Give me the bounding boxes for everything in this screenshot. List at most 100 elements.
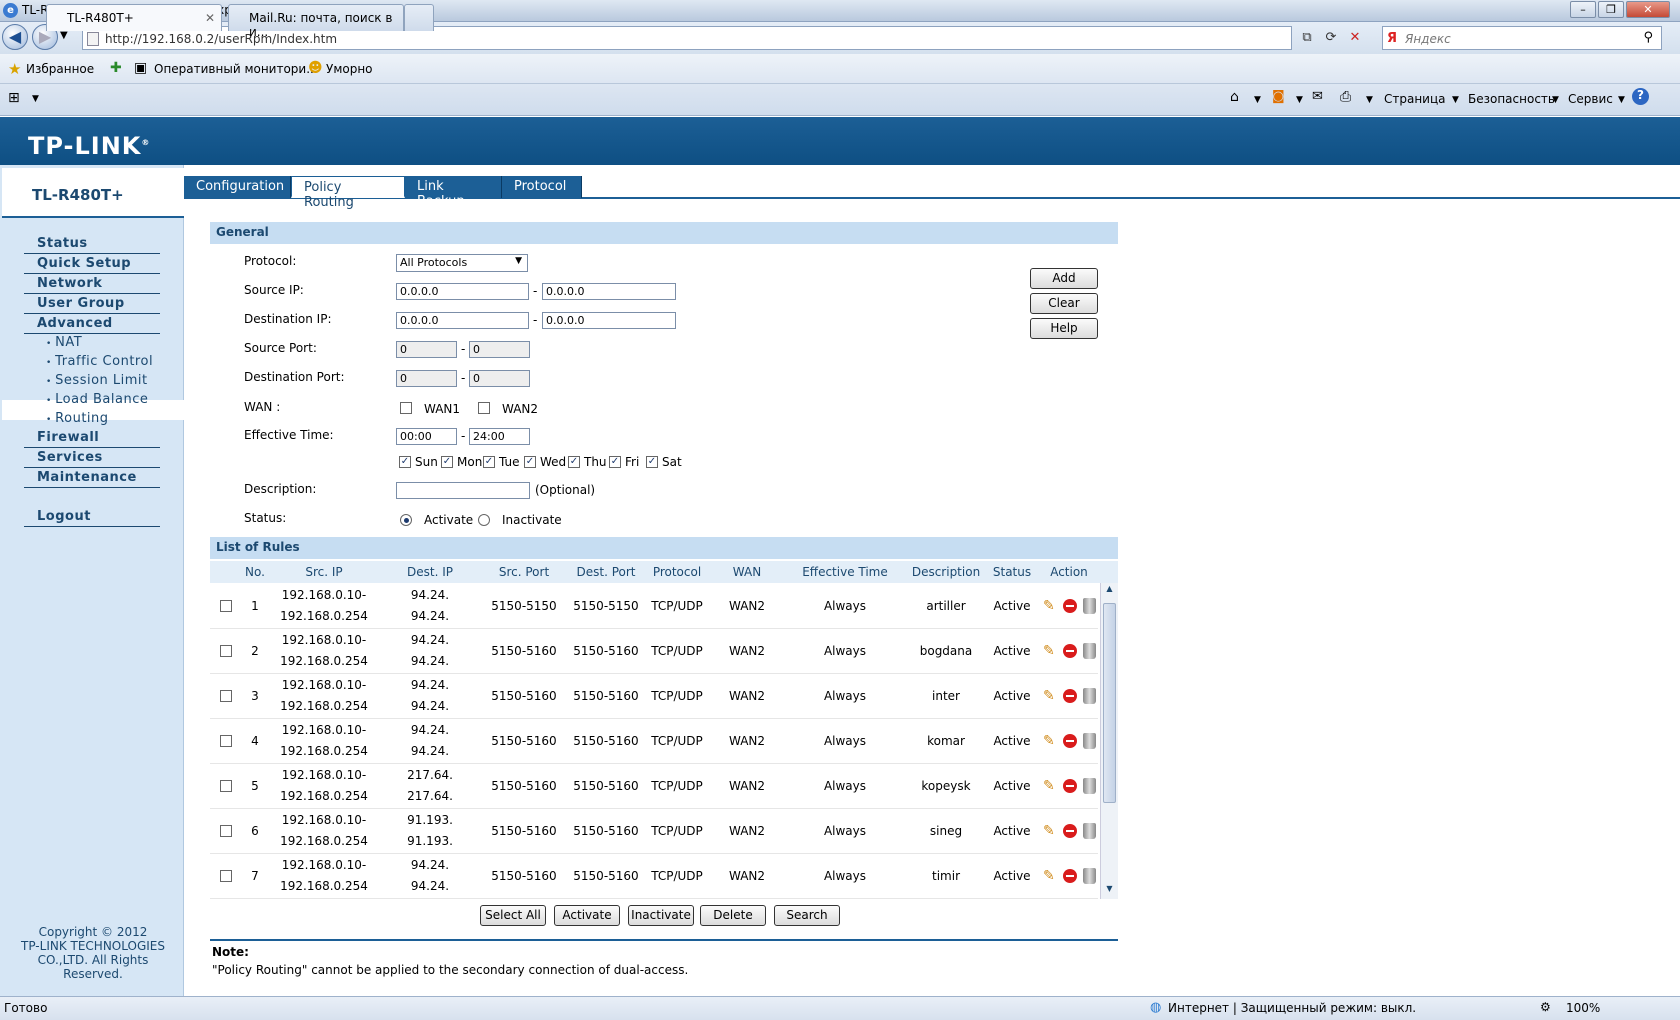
- day-wed-checkbox[interactable]: [524, 456, 536, 468]
- help-icon[interactable]: ?: [1632, 88, 1649, 105]
- activate-button[interactable]: Activate: [554, 905, 620, 926]
- edit-icon[interactable]: ✎: [1043, 644, 1057, 658]
- row-checkbox[interactable]: [220, 600, 232, 612]
- clear-button[interactable]: Clear: [1030, 293, 1098, 314]
- trash-icon[interactable]: [1083, 823, 1096, 839]
- menu-logout[interactable]: Logout: [37, 509, 91, 524]
- select-all-button[interactable]: Select All: [480, 905, 546, 926]
- wan1-checkbox[interactable]: [400, 402, 412, 414]
- menu-quick-setup[interactable]: Quick Setup: [37, 256, 131, 271]
- menu-maintenance[interactable]: Maintenance: [37, 470, 137, 485]
- add-favorites-icon[interactable]: ✚: [110, 60, 122, 76]
- trash-icon[interactable]: [1083, 598, 1096, 614]
- row-checkbox[interactable]: [220, 645, 232, 657]
- row-checkbox[interactable]: [220, 690, 232, 702]
- print-dropdown-icon[interactable]: ▼: [1366, 95, 1373, 105]
- wan2-checkbox[interactable]: [478, 402, 490, 414]
- submenu-traffic-control[interactable]: Traffic Control: [46, 354, 153, 369]
- new-tab-button[interactable]: [404, 4, 434, 31]
- menu-network[interactable]: Network: [37, 276, 102, 291]
- search-box[interactable]: Я Яндекс ⚲: [1382, 26, 1662, 50]
- refresh-icon[interactable]: ⟳: [1320, 28, 1342, 48]
- tab-configuration[interactable]: Configuration: [184, 176, 291, 198]
- trash-icon[interactable]: [1083, 643, 1096, 659]
- row-checkbox[interactable]: [220, 825, 232, 837]
- day-tue-checkbox[interactable]: [483, 456, 495, 468]
- menu-status[interactable]: Status: [37, 236, 88, 251]
- day-thu-checkbox[interactable]: [568, 456, 580, 468]
- back-button[interactable]: ◀: [2, 24, 28, 50]
- edit-icon[interactable]: ✎: [1043, 824, 1057, 838]
- mail-icon[interactable]: ✉: [1312, 89, 1323, 104]
- inactivate-button[interactable]: Inactivate: [628, 905, 694, 926]
- history-dropdown-icon[interactable]: ▼: [60, 30, 68, 41]
- disable-icon[interactable]: [1063, 869, 1077, 883]
- dest-ip-from-input[interactable]: 0.0.0.0: [396, 312, 529, 329]
- disable-icon[interactable]: [1063, 734, 1077, 748]
- row-checkbox[interactable]: [220, 780, 232, 792]
- tab-list-dropdown-icon[interactable]: ▼: [32, 94, 39, 104]
- trash-icon[interactable]: [1083, 688, 1096, 704]
- add-button[interactable]: Add: [1030, 268, 1098, 289]
- browser-tab-router[interactable]: TL-R480T+ ✕: [46, 4, 222, 31]
- description-input[interactable]: [396, 482, 530, 499]
- submenu-nat[interactable]: NAT: [46, 335, 82, 350]
- quick-tabs-icon[interactable]: ⊞: [8, 90, 20, 106]
- disable-icon[interactable]: [1063, 599, 1077, 613]
- edit-icon[interactable]: ✎: [1043, 734, 1057, 748]
- scroll-thumb[interactable]: [1103, 603, 1116, 803]
- day-sun-checkbox[interactable]: [399, 456, 411, 468]
- search-icon[interactable]: ⚲: [1643, 30, 1653, 45]
- day-mon-checkbox[interactable]: [441, 456, 453, 468]
- inactivate-radio[interactable]: [478, 514, 490, 526]
- compat-view-icon[interactable]: ⧉: [1296, 28, 1318, 48]
- edit-icon[interactable]: ✎: [1043, 599, 1057, 613]
- source-ip-from-input[interactable]: 0.0.0.0: [396, 283, 529, 300]
- row-checkbox[interactable]: [220, 870, 232, 882]
- submenu-routing[interactable]: Routing: [46, 411, 109, 426]
- disable-icon[interactable]: [1063, 779, 1077, 793]
- rss-dropdown-icon[interactable]: ▼: [1296, 95, 1303, 105]
- tools-menu[interactable]: Сервис: [1568, 92, 1613, 106]
- tab-link-backup[interactable]: Link Backup: [405, 176, 502, 209]
- minimize-button[interactable]: –: [1570, 1, 1596, 18]
- trash-icon[interactable]: [1083, 733, 1096, 749]
- dest-port-to-input[interactable]: 0: [469, 370, 530, 387]
- home-dropdown-icon[interactable]: ▼: [1254, 95, 1261, 105]
- time-from-input[interactable]: 00:00: [396, 428, 457, 445]
- favorites-button[interactable]: Избранное: [26, 62, 94, 76]
- fav-link-umorno[interactable]: Уморно: [326, 62, 373, 76]
- trash-icon[interactable]: [1083, 778, 1096, 794]
- activate-radio[interactable]: [400, 514, 412, 526]
- browser-tab-mailru[interactable]: Mail.Ru: почта, поиск в и...: [228, 4, 404, 39]
- stop-icon[interactable]: ✕: [1344, 28, 1366, 48]
- close-tab-icon[interactable]: ✕: [205, 11, 215, 25]
- submenu-session-limit[interactable]: Session Limit: [46, 373, 148, 388]
- edit-icon[interactable]: ✎: [1043, 869, 1057, 883]
- row-checkbox[interactable]: [220, 735, 232, 747]
- scroll-down-icon[interactable]: ▼: [1103, 884, 1116, 898]
- close-window-button[interactable]: ✕: [1626, 1, 1670, 18]
- print-icon[interactable]: ⎙: [1340, 89, 1351, 105]
- submenu-load-balance[interactable]: Load Balance: [46, 392, 148, 407]
- favorites-star-icon[interactable]: ★: [8, 60, 21, 78]
- fav-link-monitor[interactable]: Оперативный монитори...: [154, 62, 318, 76]
- dest-port-from-input[interactable]: 0: [396, 370, 457, 387]
- safety-menu[interactable]: Безопасность: [1468, 92, 1555, 106]
- page-menu[interactable]: Страница: [1384, 92, 1446, 106]
- day-sat-checkbox[interactable]: [646, 456, 658, 468]
- tab-protocol[interactable]: Protocol: [502, 176, 582, 198]
- protocol-select[interactable]: All Protocols ▼: [396, 254, 528, 272]
- search-button[interactable]: Search: [774, 905, 840, 926]
- source-ip-to-input[interactable]: 0.0.0.0: [542, 283, 676, 300]
- home-icon[interactable]: ⌂: [1230, 89, 1239, 105]
- menu-advanced[interactable]: Advanced: [37, 316, 113, 331]
- disable-icon[interactable]: [1063, 824, 1077, 838]
- edit-icon[interactable]: ✎: [1043, 689, 1057, 703]
- help-button[interactable]: Help: [1030, 318, 1098, 339]
- edit-icon[interactable]: ✎: [1043, 779, 1057, 793]
- dest-ip-to-input[interactable]: 0.0.0.0: [542, 312, 676, 329]
- delete-button[interactable]: Delete: [700, 905, 766, 926]
- rss-icon[interactable]: ◙: [1272, 89, 1285, 104]
- day-fri-checkbox[interactable]: [609, 456, 621, 468]
